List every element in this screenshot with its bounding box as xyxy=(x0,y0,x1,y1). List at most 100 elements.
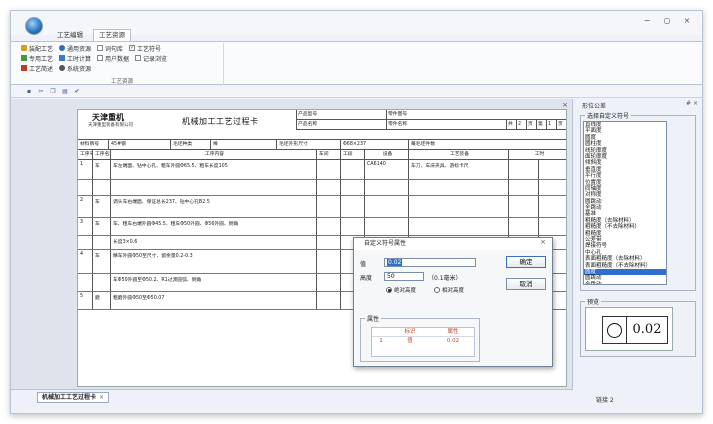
table-row[interactable]: 2 车调头车右端面、保证总长237、钻中心孔B2.5 xyxy=(78,196,566,218)
row-op-content[interactable]: 粗磨外圆Φ50至Φ50.07 xyxy=(110,292,316,309)
row-op-name[interactable]: 车 xyxy=(92,196,110,217)
row-workshop[interactable] xyxy=(316,250,340,273)
row-hours-unit[interactable] xyxy=(538,218,566,235)
row-op-no[interactable] xyxy=(78,274,92,291)
special-process-button[interactable]: 专用工艺 xyxy=(21,54,53,63)
row-op-no[interactable] xyxy=(78,180,92,195)
symbol-list[interactable]: 直线度 平面度 圆度 圆柱度 线轮廓度 面轮廓度 倾斜度 垂直度 平行度 位置度 同轴度 对称度 圆跳动… xyxy=(583,121,667,285)
row-workshop[interactable] xyxy=(316,218,340,235)
row-op-no[interactable]: 1 xyxy=(78,160,92,179)
copy-icon[interactable]: ❐ xyxy=(49,88,57,96)
column-headers: 工序号 工序名称 工序内容 车间 工段 设备 工艺装备 工时 xyxy=(78,150,566,160)
row-tooling[interactable] xyxy=(408,180,508,195)
cancel-button[interactable]: 取消 xyxy=(506,278,546,290)
maximize-button[interactable]: ○ xyxy=(660,16,674,25)
paste-icon[interactable]: ▤ xyxy=(61,88,69,96)
user-data-toggle[interactable]: 用户数据 xyxy=(97,54,129,63)
system-resource-button[interactable]: 系统资源 xyxy=(59,64,91,73)
document-close-button[interactable]: × xyxy=(562,101,568,109)
checkbox-checked-icon: ✓ xyxy=(129,45,136,51)
row-op-no[interactable]: 3 xyxy=(78,218,92,235)
row-equipment[interactable]: CA6140 xyxy=(364,160,408,179)
row-tooling[interactable] xyxy=(408,218,508,235)
tab-process-edit[interactable]: 工艺编辑 xyxy=(51,29,89,41)
row-op-name[interactable]: 车 xyxy=(92,250,110,273)
absolute-height-radio[interactable]: 绝对高度 xyxy=(386,286,416,294)
row-hours-unit[interactable] xyxy=(538,160,566,179)
row-op-content[interactable]: 车Φ50外圆至Φ50.2、R1过渡圆弧、倒角 xyxy=(110,274,316,291)
row-op-no[interactable]: 2 xyxy=(78,196,92,217)
dialog-close-button[interactable]: × xyxy=(540,238,546,246)
row-op-content[interactable]: 调头车右端面、保证总长237、钻中心孔B2.5 xyxy=(110,196,316,217)
phrase-library-toggle[interactable]: 词句库 xyxy=(97,44,123,53)
close-button[interactable]: × xyxy=(680,16,694,25)
time-calc-button[interactable]: 工时计算 xyxy=(59,54,91,63)
row-workshop[interactable] xyxy=(316,274,340,291)
row-section[interactable] xyxy=(340,218,364,235)
row-op-name[interactable]: 磨 xyxy=(92,292,110,309)
table-row[interactable]: 3 车车、粗车右端外圆Φ45.5、粗车Φ50外圆、Φ56外圆、倒角 xyxy=(78,218,566,236)
row-op-content[interactable]: 长度3×0.6 xyxy=(110,236,316,249)
row-workshop[interactable] xyxy=(316,196,340,217)
row-equipment[interactable] xyxy=(364,218,408,235)
app-logo-icon[interactable] xyxy=(25,17,43,35)
row-workshop[interactable] xyxy=(316,160,340,179)
row-hours-prep[interactable] xyxy=(508,180,538,195)
row-op-content[interactable] xyxy=(110,180,316,195)
assembly-process-button[interactable]: 装配工艺 xyxy=(21,44,53,53)
height-input[interactable]: 50 xyxy=(384,272,424,281)
row-op-name[interactable] xyxy=(92,236,110,249)
tab-process-resources[interactable]: 工艺资源 xyxy=(93,29,131,41)
process-symbol-toggle[interactable]: ✓ 工艺符号 xyxy=(129,44,161,53)
row-workshop[interactable] xyxy=(316,236,340,249)
row-op-no[interactable]: 4 xyxy=(78,250,92,273)
general-resource-button[interactable]: 通用资源 xyxy=(59,44,91,53)
blank-size-value[interactable]: Φ68×237 xyxy=(340,140,408,150)
row-hours-prep[interactable] xyxy=(508,160,538,179)
document-tab[interactable]: 机械加工工艺过程卡 × xyxy=(37,392,110,403)
row-op-content[interactable]: 车左端面、钻中心孔、粗车外圆Φ65.5、粗车长度105 xyxy=(110,160,316,179)
ok-button[interactable]: 确定 xyxy=(506,256,546,268)
panel-pin-icon[interactable]: # × xyxy=(686,100,698,107)
row-op-name[interactable] xyxy=(92,274,110,291)
row-op-no[interactable]: 5 xyxy=(78,292,92,309)
relative-height-radio[interactable]: 相对高度 xyxy=(434,286,464,294)
row-workshop[interactable] xyxy=(316,292,340,309)
tab-close-icon[interactable]: × xyxy=(99,393,104,403)
table-row[interactable]: 1 车车左端面、钻中心孔、粗车外圆Φ65.5、粗车长度105 CA6140 车刀、车床… xyxy=(78,160,566,180)
attributes-table[interactable]: 标识 属性 1 值 0.02 xyxy=(371,327,475,357)
cut-icon[interactable]: ✂ xyxy=(37,88,45,96)
row-tooling[interactable]: 车刀、车床夹具、游标卡尺 xyxy=(408,160,508,179)
material-value[interactable]: 45#钢 xyxy=(108,140,170,150)
row-section[interactable] xyxy=(340,180,364,195)
app-window: − ○ × 工艺编辑 工艺资源 装配工艺 通用资源 词句库 ✓ 工艺符号 专用工… xyxy=(10,10,703,414)
row-hours-unit[interactable] xyxy=(538,196,566,217)
row-op-name[interactable]: 车 xyxy=(92,160,110,179)
row-hours-prep[interactable] xyxy=(508,196,538,217)
row-section[interactable] xyxy=(340,196,364,217)
process-brief-button[interactable]: 工艺简述 xyxy=(21,64,53,73)
attr-row[interactable]: 1 值 0.02 xyxy=(372,337,474,346)
value-input[interactable]: 0.02 xyxy=(384,258,476,267)
blank-type-value[interactable]: 棒 xyxy=(210,140,276,150)
check-icon[interactable]: ✔ xyxy=(73,88,81,96)
row-hours-unit[interactable] xyxy=(538,180,566,195)
row-op-name[interactable]: 车 xyxy=(92,218,110,235)
row-tooling[interactable] xyxy=(408,196,508,217)
row-op-name[interactable] xyxy=(92,180,110,195)
record-browse-toggle[interactable]: 记录浏览 xyxy=(135,54,167,63)
row-workshop[interactable] xyxy=(316,180,340,195)
row-op-no[interactable] xyxy=(78,236,92,249)
part-name-label: 零件名称 xyxy=(386,120,506,130)
row-section[interactable] xyxy=(340,160,364,179)
row-equipment[interactable] xyxy=(364,180,408,195)
radio-icon xyxy=(434,287,440,293)
row-equipment[interactable] xyxy=(364,196,408,217)
row-op-content[interactable]: 精车外圆Φ50至尺寸、留余量0.2-0.3 xyxy=(110,250,316,273)
row-op-content[interactable]: 车、粗车右端外圆Φ45.5、粗车Φ50外圆、Φ56外圆、倒角 xyxy=(110,218,316,235)
row-hours-prep[interactable] xyxy=(508,218,538,235)
minimize-button[interactable]: − xyxy=(640,16,654,25)
save-icon[interactable]: ▪ xyxy=(25,88,33,96)
list-item[interactable]: 全跳动 xyxy=(584,282,666,284)
table-row[interactable] xyxy=(78,180,566,196)
